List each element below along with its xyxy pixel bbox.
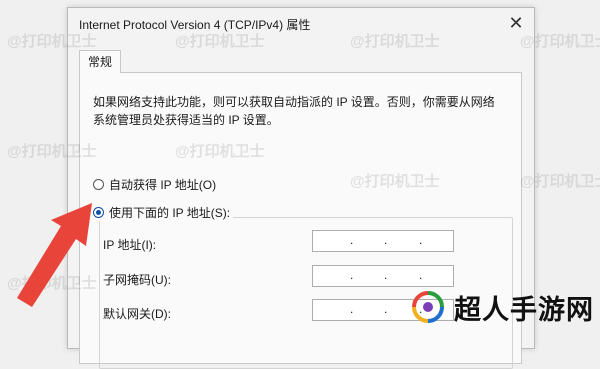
description-text: 如果网络支持此功能，则可以获取自动指派的 IP 设置。否则，你需要从网络系统管理… <box>93 95 495 127</box>
ip-octet-separator: . <box>384 302 388 316</box>
subnet-mask-input[interactable]: . . . <box>312 265 454 287</box>
radio-obtain-ip-automatically[interactable]: 自动获得 IP 地址(O) <box>93 176 216 193</box>
ip-octet-separator: . <box>384 268 388 282</box>
title-bar: Internet Protocol Version 4 (TCP/IPv4) 属… <box>68 8 534 38</box>
dialog-title: Internet Protocol Version 4 (TCP/IPv4) 属… <box>79 18 311 32</box>
ip-octet-separator: . <box>350 268 354 282</box>
radio-button-auto[interactable] <box>93 179 104 190</box>
default-gateway-label: 默认网关(D): <box>103 307 171 321</box>
ip-address-input[interactable]: . . . <box>312 230 454 252</box>
brand-logo-icon <box>412 291 444 323</box>
ip-octet-separator: . <box>384 233 388 247</box>
radio-auto-label: 自动获得 IP 地址(O) <box>109 178 217 192</box>
ip-octet-separator: . <box>419 268 423 282</box>
tab-general[interactable]: 常规 <box>79 50 121 73</box>
subnet-mask-label: 子网掩码(U): <box>103 273 171 287</box>
brand-logo-text: 超人手游网 <box>454 294 594 325</box>
ip-octet-separator: . <box>419 233 423 247</box>
ip-octet-separator: . <box>350 302 354 316</box>
brand-logo: 超人手游网 <box>408 287 594 327</box>
ip-address-label: IP 地址(I): <box>103 238 157 252</box>
radio-use-following-ip[interactable]: 使用下面的 IP 地址(S): <box>93 204 234 221</box>
close-icon[interactable]: ✕ <box>504 11 528 35</box>
radio-manual-label: 使用下面的 IP 地址(S): <box>109 206 231 220</box>
radio-button-manual[interactable] <box>93 207 104 218</box>
ip-octet-separator: . <box>350 233 354 247</box>
